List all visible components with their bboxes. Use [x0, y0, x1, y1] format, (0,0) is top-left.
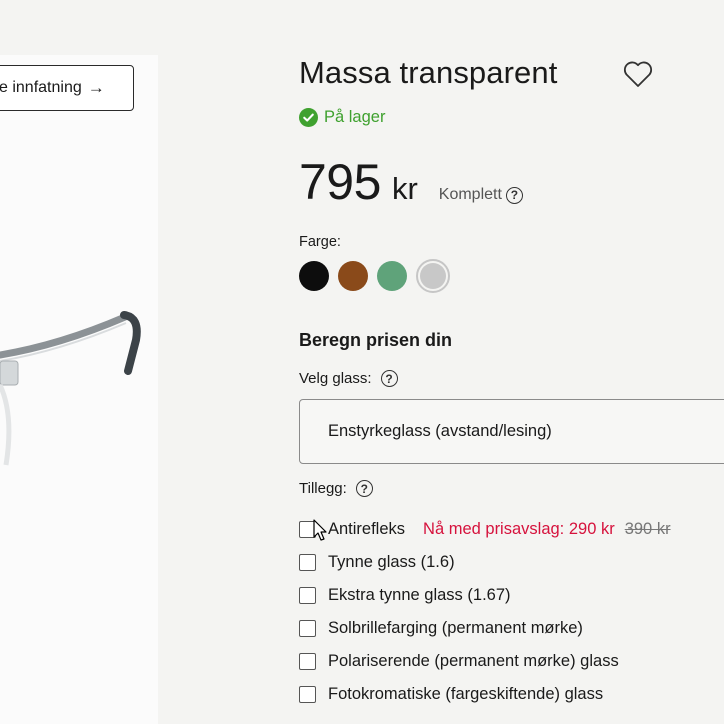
addon-checkbox[interactable]	[299, 587, 316, 604]
addon-anti-reflex[interactable]: Antirefleks Nå med prisavslag: 290 kr 39…	[299, 513, 671, 546]
addon-thin-glass[interactable]: Tynne glass (1.6)	[299, 546, 671, 579]
addon-label: Solbrillefarging (permanent mørke)	[328, 619, 583, 637]
try-on-label: e innfatning	[0, 79, 82, 96]
check-circle-icon	[299, 108, 318, 127]
heart-icon[interactable]	[622, 59, 654, 89]
addon-checkbox[interactable]	[299, 686, 316, 703]
addons-label: Tillegg: ?	[299, 480, 373, 497]
product-title: Massa transparent	[299, 55, 558, 90]
addon-photochromic[interactable]: Fotokromatiske (fargeskiftende) glass	[299, 678, 671, 711]
addon-sun-tint[interactable]: Solbrillefarging (permanent mørke)	[299, 612, 671, 645]
price-note-label: Komplett	[438, 186, 502, 203]
glass-type-select[interactable]: Enstyrkeglass (avstand/lesing)	[299, 399, 724, 464]
addon-extra-thin-glass[interactable]: Ekstra tynne glass (1.67)	[299, 579, 671, 612]
product-image[interactable]	[0, 55, 158, 724]
addon-checkbox[interactable]	[299, 554, 316, 571]
glass-type-label: Velg glass: ?	[299, 370, 398, 387]
addon-label: Polariserende (permanent mørke) glass	[328, 652, 619, 670]
addon-polarized[interactable]: Polariserende (permanent mørke) glass	[299, 645, 671, 678]
addon-label: Ekstra tynne glass (1.67)	[328, 586, 511, 604]
addons-label-text: Tillegg:	[299, 480, 347, 497]
glasses-temple-image	[0, 311, 141, 466]
addon-list: Antirefleks Nå med prisavslag: 290 kr 39…	[299, 513, 671, 711]
arrow-right-icon: →	[87, 78, 105, 97]
addon-label: Tynne glass (1.6)	[328, 553, 455, 571]
addon-label: Fotokromatiske (fargeskiftende) glass	[328, 685, 604, 703]
price-amount: 795	[299, 154, 381, 210]
stock-label: På lager	[324, 108, 386, 126]
mouse-cursor-icon	[313, 519, 327, 541]
color-label: Farge:	[299, 234, 341, 250]
help-icon[interactable]: ?	[505, 186, 523, 204]
help-icon[interactable]: ?	[380, 370, 398, 387]
price-calculator-heading: Beregn prisen din	[299, 330, 453, 350]
stock-status: På lager	[299, 108, 385, 127]
color-swatch-transparent[interactable]	[416, 259, 450, 293]
glass-type-label-text: Velg glass:	[299, 370, 372, 387]
color-swatch-brown[interactable]	[338, 261, 368, 291]
addon-label: Antirefleks	[328, 520, 406, 538]
try-on-frame-button[interactable]: e innfatning →	[0, 65, 134, 111]
price-note: Komplett ?	[439, 186, 523, 204]
color-swatch-black[interactable]	[299, 261, 329, 291]
price: 795 kr Komplett ?	[299, 153, 523, 211]
color-swatches	[299, 259, 450, 293]
addon-checkbox[interactable]	[299, 653, 316, 670]
color-swatch-green[interactable]	[377, 261, 407, 291]
help-icon[interactable]: ?	[355, 480, 373, 497]
price-currency: kr	[391, 171, 418, 206]
glass-type-value: Enstyrkeglass (avstand/lesing)	[328, 422, 552, 440]
addon-checkbox[interactable]	[299, 620, 316, 637]
addon-old-price: 390 kr	[624, 520, 671, 538]
addon-sale-price: Nå med prisavslag: 290 kr	[423, 520, 615, 538]
